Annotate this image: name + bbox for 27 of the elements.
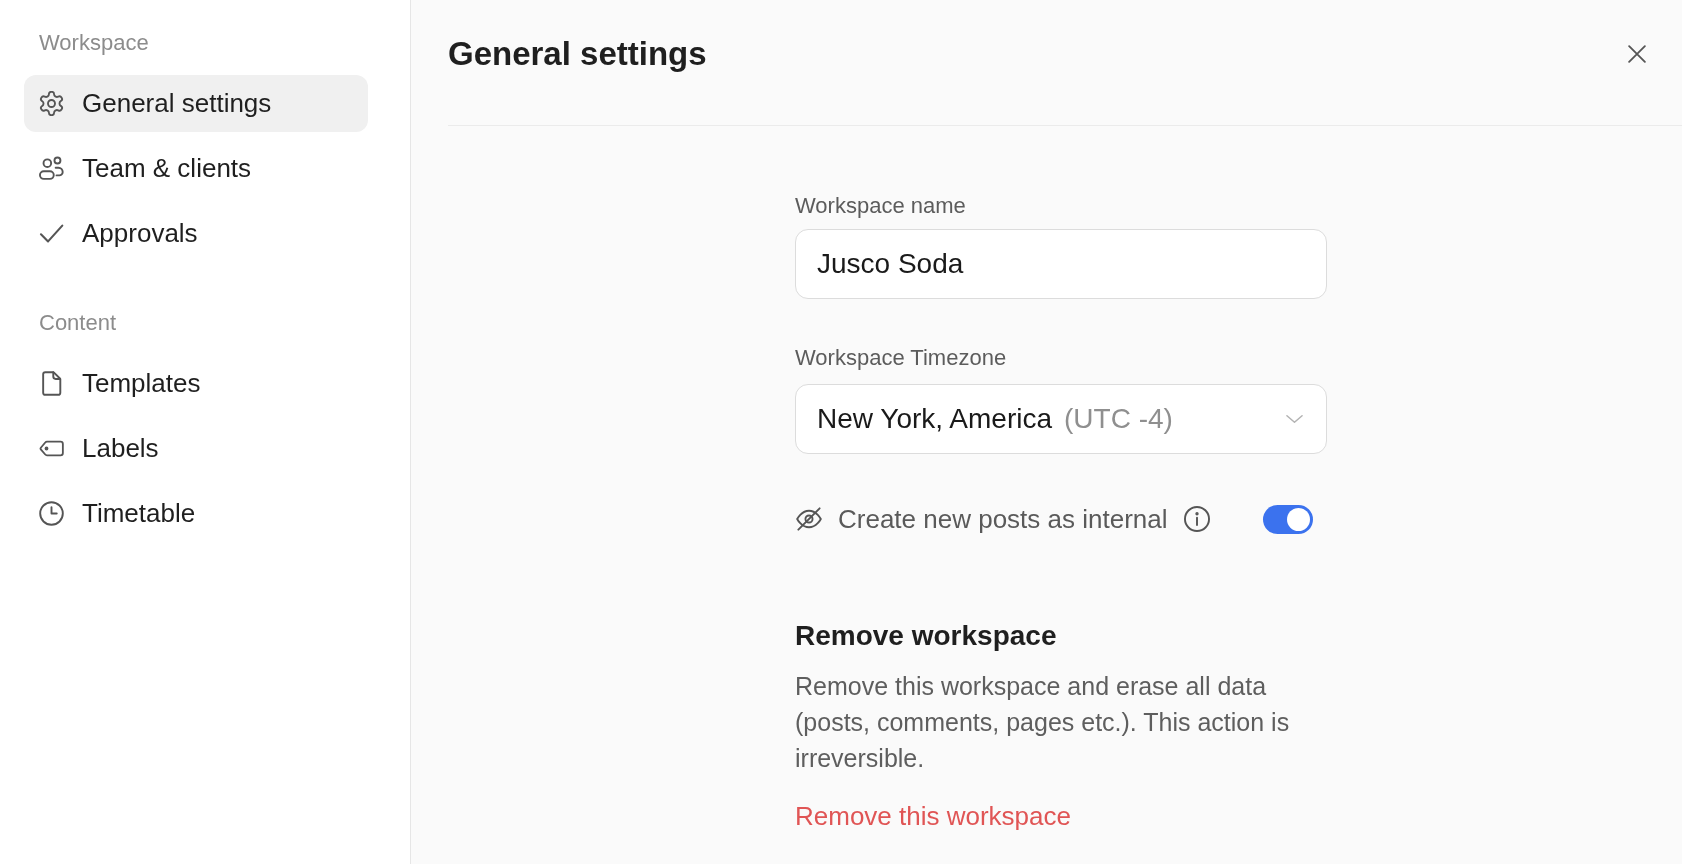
- workspace-name-field[interactable]: Jusco Soda: [795, 229, 1327, 299]
- sidebar-item[interactable]: Team & clients: [24, 140, 368, 197]
- field-label: Workspace Timezone: [795, 344, 1008, 372]
- sidebar-heading: Workspace: [38, 29, 150, 57]
- close-icon: [1628, 45, 1646, 63]
- clock-icon: [39, 501, 64, 526]
- sidebar-item[interactable]: Templates: [24, 355, 368, 412]
- timezone-select[interactable]: New York, America (UTC -4): [795, 384, 1327, 454]
- eye-off-icon: [795, 506, 823, 532]
- remove-workspace-link[interactable]: Remove this workspace: [795, 799, 1071, 833]
- info-icon: [1183, 506, 1210, 532]
- internal-posts-toggle[interactable]: [1263, 504, 1313, 534]
- chevron-down-icon: [1286, 414, 1303, 424]
- toggle-label: Create new posts as internal: [838, 504, 1168, 534]
- gear-icon: [39, 91, 64, 116]
- sidebar-item[interactable]: Approvals: [24, 205, 368, 262]
- sidebar-item[interactable]: General settings: [24, 75, 368, 132]
- sidebar-item[interactable]: Labels: [24, 420, 368, 477]
- file-icon: [39, 371, 64, 396]
- field-label: Workspace name: [795, 192, 967, 220]
- section-description: Remove this workspace and erase all data (posts, comments, pages etc.). This action is irreversible.: [795, 671, 1291, 774]
- close-button[interactable]: [1628, 45, 1646, 63]
- sidebar-heading: Content: [38, 309, 118, 337]
- section-title: Remove workspace: [795, 619, 1058, 653]
- page-title: General settings: [448, 34, 707, 74]
- people-icon: [39, 156, 64, 181]
- sidebar-item[interactable]: Timetable: [24, 485, 368, 542]
